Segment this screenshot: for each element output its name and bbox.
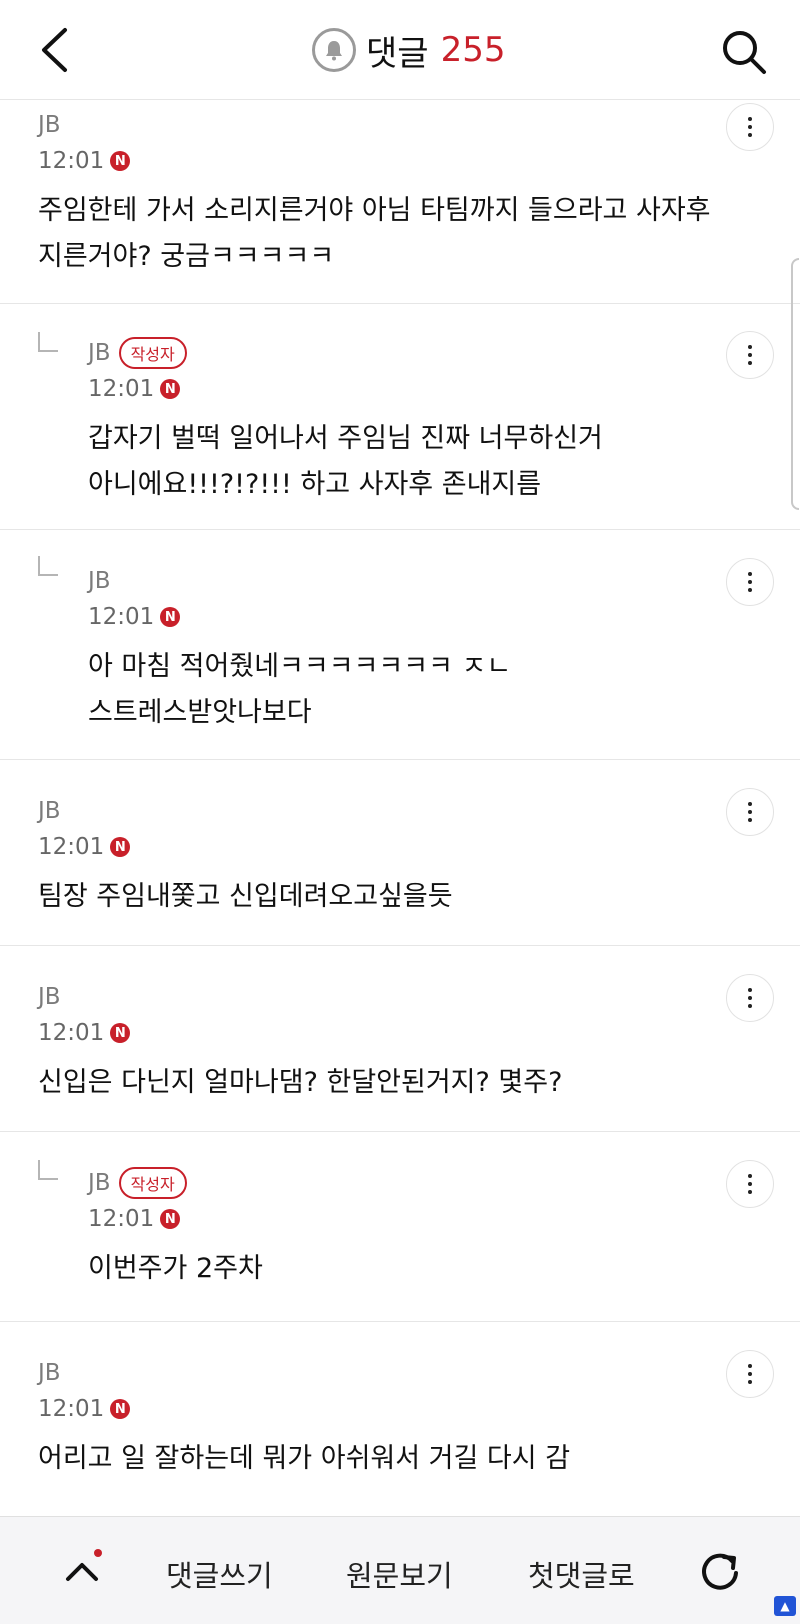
writer-badge: 작성자 bbox=[118, 1167, 187, 1199]
comment-item: JB 12:01 N 팀장 주임내쫓고 신입데려오고싶을듯 bbox=[0, 760, 800, 946]
new-badge: N bbox=[110, 837, 131, 857]
refresh-icon bbox=[702, 1553, 738, 1590]
reply-indicator-icon bbox=[38, 556, 58, 576]
comment-author[interactable]: JB bbox=[38, 798, 61, 824]
more-options-button[interactable] bbox=[726, 974, 774, 1022]
comment-text: 팀장 주임내쫓고 신입데려오고싶을듯 bbox=[38, 881, 453, 912]
more-vertical-icon bbox=[748, 1364, 752, 1384]
comment-item-reply: JB 12:01 N 아 마침 적어줬네ㅋㅋㅋㅋㅋㅋㅋ ㅈㄴ 스트레스받앗나보다 bbox=[0, 530, 800, 760]
comment-time: 12:01 bbox=[38, 1020, 105, 1046]
scroll-top-button[interactable] bbox=[58, 1547, 106, 1595]
more-options-button[interactable] bbox=[726, 1350, 774, 1398]
new-badge: N bbox=[110, 151, 131, 171]
new-badge: N bbox=[160, 1209, 181, 1229]
notification-toggle[interactable] bbox=[312, 28, 356, 72]
comment-time: 12:01 bbox=[88, 376, 155, 402]
comment-item-reply: JB 작성자 12:01 N 갑자기 벌떡 일어나서 주임님 진짜 너무하신거 아니… bbox=[0, 304, 800, 530]
new-badge: N bbox=[110, 1399, 131, 1419]
comment-item: JB 12:01 N 신입은 다닌지 얼마나댐? 한달안된거지? 몇주? bbox=[0, 946, 800, 1132]
more-vertical-icon bbox=[748, 988, 752, 1008]
comment-author[interactable]: JB bbox=[88, 568, 111, 594]
more-options-button[interactable] bbox=[726, 103, 774, 151]
more-options-button[interactable] bbox=[726, 558, 774, 606]
bottom-toolbar: 댓글쓰기 원문보기 첫댓글로 bbox=[0, 1516, 800, 1624]
more-options-button[interactable] bbox=[726, 1160, 774, 1208]
write-comment-button[interactable]: 댓글쓰기 bbox=[166, 1553, 273, 1595]
top-header: 댓글 255 bbox=[0, 0, 800, 100]
comment-list: JB 12:01 N 주임한테 가서 소리지른거야 아님 타팀까지 들으라고 사자… bbox=[0, 100, 800, 1516]
comment-author[interactable]: JB bbox=[38, 1360, 61, 1386]
comment-text: 갑자기 벌떡 일어나서 주임님 진짜 너무하신거 아니에요!!!?!?!!! 하… bbox=[88, 423, 603, 500]
comment-item-reply: JB 작성자 12:01 N 이번주가 2주차 bbox=[0, 1132, 800, 1322]
page-title: 댓글 bbox=[366, 33, 429, 74]
writer-badge: 작성자 bbox=[118, 337, 187, 369]
more-vertical-icon bbox=[748, 572, 752, 592]
search-icon bbox=[723, 31, 766, 74]
comment-count: 255 bbox=[440, 30, 506, 70]
comment-time: 12:01 bbox=[38, 834, 105, 860]
more-options-button[interactable] bbox=[726, 788, 774, 836]
comment-time: 12:01 bbox=[38, 1396, 105, 1422]
comment-time: 12:01 bbox=[38, 148, 105, 174]
more-vertical-icon bbox=[748, 345, 752, 365]
reply-indicator-icon bbox=[38, 332, 58, 352]
comment-time: 12:01 bbox=[88, 604, 155, 630]
refresh-button[interactable] bbox=[696, 1547, 744, 1595]
bell-icon bbox=[326, 41, 342, 61]
comment-author[interactable]: JB bbox=[38, 984, 61, 1010]
new-badge: N bbox=[160, 607, 181, 627]
comment-item: JB 12:01 N 어리고 일 잘하는데 뭐가 아쉬워서 거길 다시 감 bbox=[0, 1322, 800, 1516]
comment-text: 이번주가 2주차 bbox=[88, 1253, 263, 1284]
comment-text: 아 마침 적어줬네ㅋㅋㅋㅋㅋㅋㅋ ㅈㄴ 스트레스받앗나보다 bbox=[88, 651, 512, 728]
more-options-button[interactable] bbox=[726, 331, 774, 379]
comment-text: 신입은 다닌지 얼마나댐? 한달안된거지? 몇주? bbox=[38, 1067, 563, 1098]
scrollbar[interactable] bbox=[791, 258, 799, 510]
chevron-up-icon bbox=[66, 1563, 98, 1581]
view-original-button[interactable]: 원문보기 bbox=[346, 1553, 453, 1595]
chevron-left-icon bbox=[42, 28, 67, 72]
more-vertical-icon bbox=[748, 1174, 752, 1194]
notification-dot-icon bbox=[94, 1549, 102, 1557]
header-title-group: 댓글 255 bbox=[312, 26, 505, 74]
comment-author[interactable]: JB bbox=[38, 112, 61, 138]
comment-text: 어리고 일 잘하는데 뭐가 아쉬워서 거길 다시 감 bbox=[38, 1443, 571, 1474]
search-button[interactable] bbox=[716, 24, 772, 80]
back-button[interactable] bbox=[30, 22, 78, 78]
more-vertical-icon bbox=[748, 802, 752, 822]
comment-author[interactable]: JB bbox=[88, 1170, 111, 1196]
app-shortcut-icon[interactable]: ▲ bbox=[774, 1596, 796, 1616]
comment-author[interactable]: JB bbox=[88, 340, 111, 366]
comment-item: JB 12:01 N 주임한테 가서 소리지른거야 아님 타팀까지 들으라고 사자… bbox=[0, 100, 800, 304]
new-badge: N bbox=[160, 379, 181, 399]
comment-time: 12:01 bbox=[88, 1206, 155, 1232]
more-vertical-icon bbox=[748, 117, 752, 137]
new-badge: N bbox=[110, 1023, 131, 1043]
reply-indicator-icon bbox=[38, 1160, 58, 1180]
comment-text: 주임한테 가서 소리지른거야 아님 타팀까지 들으라고 사자후 지른거야? 궁금… bbox=[38, 195, 711, 272]
first-comment-button[interactable]: 첫댓글로 bbox=[528, 1553, 635, 1595]
